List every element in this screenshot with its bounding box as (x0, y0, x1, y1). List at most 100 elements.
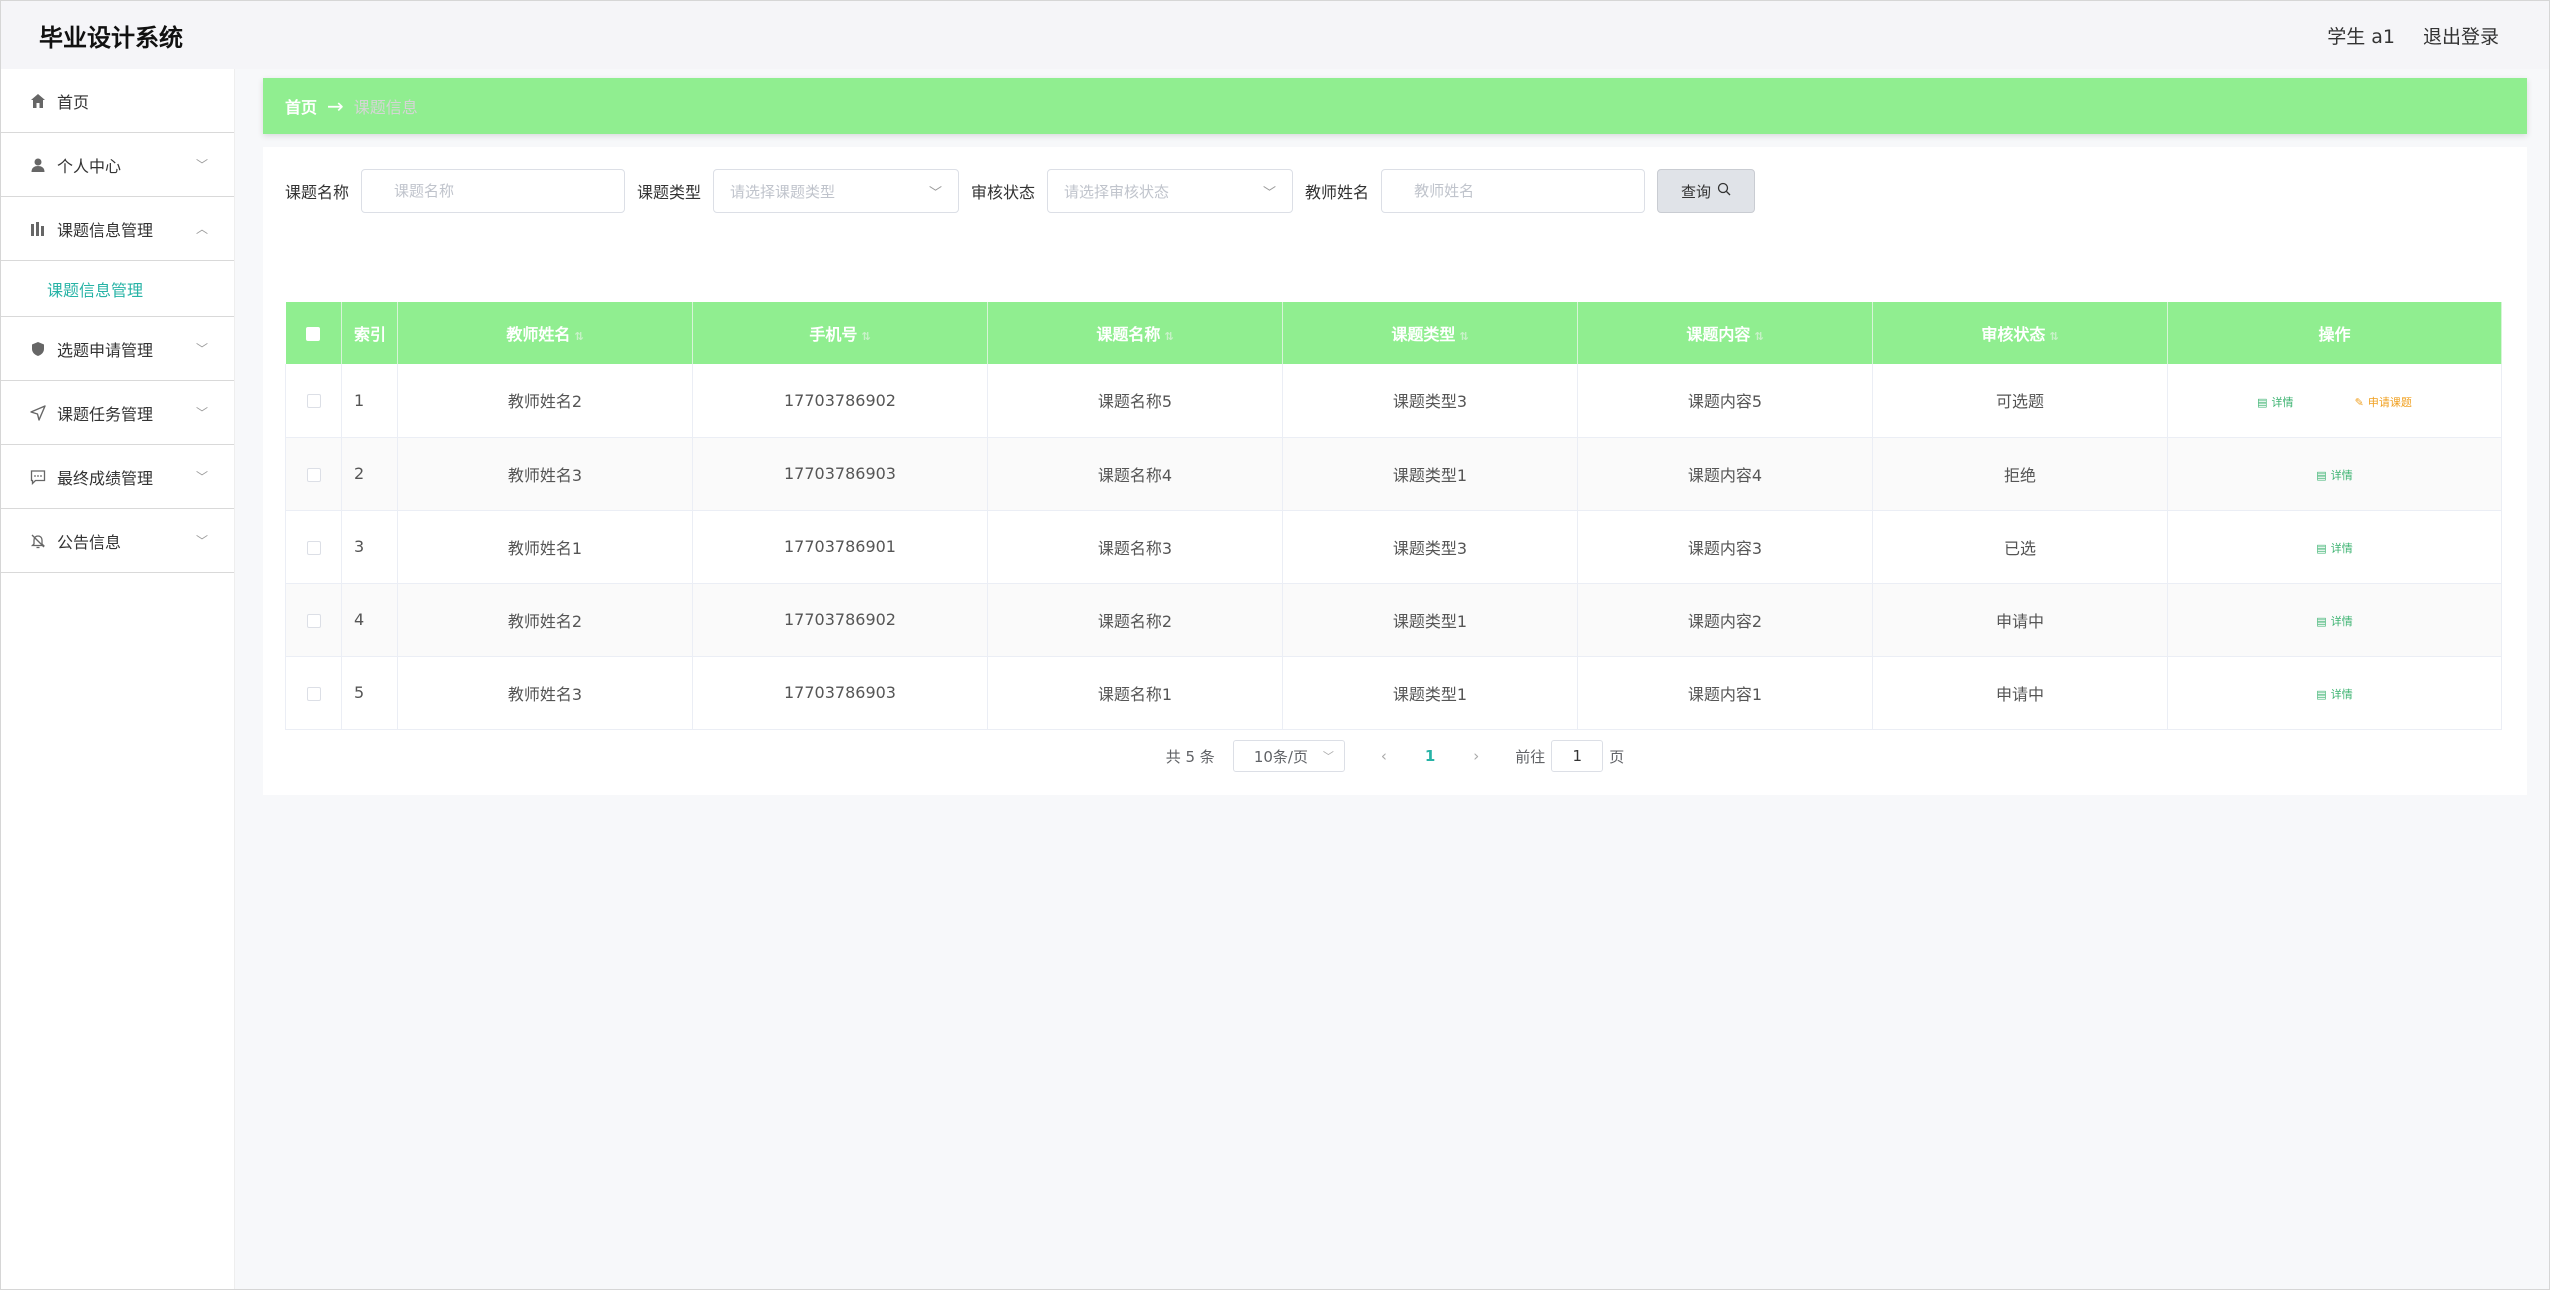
column-header-teacher[interactable]: 教师姓名 ⇅ (397, 302, 693, 364)
topic-type-select[interactable]: 请选择课题类型 ﹀ (713, 169, 960, 213)
breadcrumb-home[interactable]: 首页 (285, 94, 317, 118)
cell-content: 课题内容3 (1577, 510, 1873, 584)
edit-icon: ✎ (2354, 395, 2364, 409)
select-all-cell (285, 302, 342, 364)
sidebar-item-final-grades[interactable]: 最终成绩管理 ﹀ (1, 445, 234, 509)
chevron-down-icon: ﹀ (195, 158, 208, 172)
table-row: 5 教师姓名3 17703786903 课题名称1 课题类型1 课题内容1 申请… (285, 656, 2502, 730)
submenu-topic-info[interactable]: 课题信息管理 (1, 261, 234, 317)
logout-button[interactable]: 退出登录 (2423, 22, 2499, 49)
cell-actions: ▤ 详情 (2167, 510, 2502, 584)
column-header-phone[interactable]: 手机号 ⇅ (692, 302, 988, 364)
goto-page-input[interactable]: 1 (1551, 740, 1604, 772)
row-select-cell (285, 656, 342, 730)
cell-actions: ▤ 详情 (2167, 583, 2502, 657)
select-all-checkbox[interactable] (306, 327, 321, 341)
page-number-current[interactable]: 1 (1425, 747, 1435, 765)
row-checkbox[interactable] (306, 613, 321, 628)
document-icon: ▤ (2316, 468, 2327, 482)
cell-index: 3 (341, 510, 398, 584)
cell-content: 课题内容2 (1577, 583, 1873, 657)
table-header-row: 索引 教师姓名 ⇅ 手机号 ⇅ 课题名称 ⇅ 课题类型 ⇅ 课题内容 ⇅ 审核状态 ⇅ 操作 (285, 302, 2502, 364)
row-checkbox[interactable] (306, 686, 321, 701)
query-button-label: 查询 (1681, 182, 1712, 201)
topic-name-input[interactable] (394, 182, 593, 200)
chevron-down-icon: ﹀ (1263, 185, 1277, 201)
row-select-cell (285, 583, 342, 657)
column-header-topic[interactable]: 课题名称 ⇅ (987, 302, 1283, 364)
cell-actions: ▤ 详情 (2167, 437, 2502, 511)
sidebar-item-label: 课题任务管理 (57, 404, 154, 424)
sidebar: 首页 个人中心 ﹀ 课题信息管理 ︿ 课题信息管理 选题申请管理 ﹀ 课题任务管… (1, 69, 235, 1289)
detail-button[interactable]: ▤ 详情 (2316, 613, 2352, 629)
next-page-button[interactable]: › (1473, 747, 1479, 765)
cell-content: 课题内容5 (1577, 364, 1873, 438)
cell-status: 申请中 (1872, 656, 2168, 730)
query-button[interactable]: 查询 (1657, 169, 1756, 213)
column-header-type[interactable]: 课题类型 ⇅ (1282, 302, 1578, 364)
cell-actions: ▤ 详情 ✎ 申请课题 (2167, 364, 2502, 438)
detail-button[interactable]: ▤ 详情 (2316, 686, 2352, 702)
detail-button[interactable]: ▤ 详情 (2257, 394, 2293, 410)
sidebar-item-profile[interactable]: 个人中心 ﹀ (1, 133, 234, 197)
status-select[interactable]: 请选择审核状态 ﹀ (1047, 169, 1294, 213)
chevron-down-icon: ﹀ (1322, 750, 1334, 763)
status-label: 审核状态 (971, 183, 1036, 202)
cell-teacher: 教师姓名3 (397, 656, 693, 730)
teacher-name-label: 教师姓名 (1305, 183, 1370, 202)
sort-icon: ⇅ (1164, 330, 1174, 343)
detail-button[interactable]: ▤ 详情 (2316, 540, 2352, 556)
teacher-name-field-wrapper (1381, 169, 1646, 213)
cell-topic: 课题名称5 (987, 364, 1283, 438)
detail-label: 详情 (2330, 469, 2353, 483)
column-header-status[interactable]: 审核状态 ⇅ (1872, 302, 2168, 364)
row-select-cell (285, 510, 342, 584)
cell-phone: 17703786903 (692, 656, 988, 730)
chevron-down-icon: ﹀ (929, 185, 943, 201)
message-icon (29, 468, 47, 486)
sort-icon: ⇅ (1459, 330, 1469, 343)
sidebar-item-selection-apply[interactable]: 选题申请管理 ﹀ (1, 317, 234, 381)
topic-type-placeholder: 请选择课题类型 (730, 182, 836, 201)
main-panel: 课题名称 课题类型 请选择课题类型 ﹀ 审核状态 请选择审核状态 ﹀ 教师姓名 … (263, 147, 2527, 795)
cell-status: 可选题 (1872, 364, 2168, 438)
sort-icon: ⇅ (1754, 330, 1764, 343)
cell-index: 4 (341, 583, 398, 657)
document-icon: ▤ (2316, 687, 2327, 701)
cell-status: 拒绝 (1872, 437, 2168, 511)
cell-index: 1 (341, 364, 398, 438)
sort-icon: ⇅ (574, 330, 584, 343)
sidebar-item-label: 最终成绩管理 (57, 468, 154, 488)
apply-topic-button[interactable]: ✎ 申请课题 (2355, 394, 2412, 410)
cell-phone: 17703786902 (692, 364, 988, 438)
send-icon (29, 404, 47, 422)
page-size-select[interactable]: 10条/页 ﹀ (1232, 740, 1345, 772)
table-row: 3 教师姓名1 17703786901 课题名称3 课题类型3 课题内容3 已选… (285, 510, 2502, 584)
user-area: 学生 a1 退出登录 (2327, 22, 2499, 49)
page-suffix: 页 (1609, 747, 1625, 766)
cell-topic: 课题名称1 (987, 656, 1283, 730)
cell-topic: 课题名称3 (987, 510, 1283, 584)
topic-name-label: 课题名称 (285, 183, 350, 202)
sidebar-item-task-management[interactable]: 课题任务管理 ﹀ (1, 381, 234, 445)
table-row: 2 教师姓名3 17703786903 课题名称4 课题类型1 课题内容4 拒绝… (285, 437, 2502, 511)
bell-off-icon (29, 532, 47, 550)
sidebar-item-label: 首页 (57, 92, 90, 112)
app-title: 毕业设计系统 (39, 23, 183, 52)
sidebar-item-home[interactable]: 首页 (1, 69, 234, 133)
sidebar-item-label: 个人中心 (57, 156, 122, 176)
detail-button[interactable]: ▤ 详情 (2316, 467, 2352, 483)
row-checkbox[interactable] (306, 540, 321, 555)
row-checkbox[interactable] (306, 394, 321, 409)
prev-page-button[interactable]: ‹ (1381, 747, 1387, 765)
teacher-name-input[interactable] (1414, 182, 1613, 200)
column-header-content[interactable]: 课题内容 ⇅ (1577, 302, 1873, 364)
sidebar-item-topic-management[interactable]: 课题信息管理 ︿ (1, 197, 234, 261)
cell-actions: ▤ 详情 (2167, 656, 2502, 730)
cell-type: 课题类型3 (1282, 510, 1578, 584)
row-checkbox[interactable] (306, 467, 321, 482)
cell-content: 课题内容4 (1577, 437, 1873, 511)
sidebar-item-announcements[interactable]: 公告信息 ﹀ (1, 509, 234, 573)
document-icon: ▤ (2316, 541, 2327, 555)
search-form: 课题名称 课题类型 请选择课题类型 ﹀ 审核状态 请选择审核状态 ﹀ 教师姓名 … (285, 169, 1756, 213)
